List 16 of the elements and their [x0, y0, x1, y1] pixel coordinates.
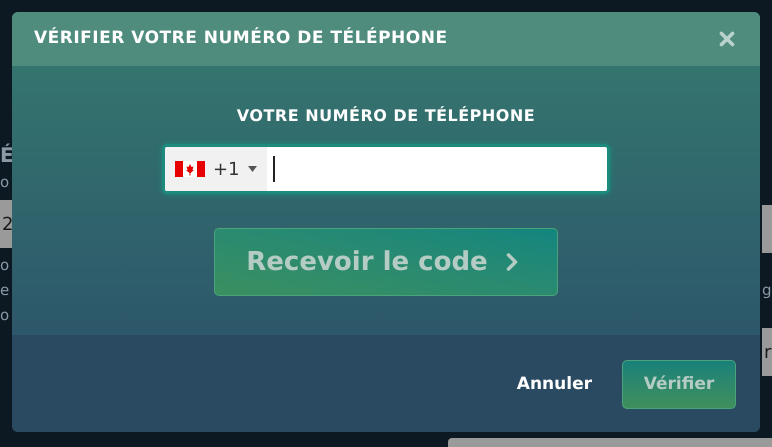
canada-flag-icon	[175, 161, 205, 177]
background-text: e	[0, 283, 10, 298]
background-text: É	[0, 145, 15, 165]
country-selector[interactable]: +1	[165, 147, 267, 191]
background-text: o	[0, 258, 10, 273]
text-cursor	[273, 156, 275, 182]
background-text: o	[0, 308, 10, 323]
background-text: g	[762, 283, 772, 298]
cancel-button[interactable]: Annuler	[516, 372, 592, 398]
background-field: r	[762, 328, 772, 376]
dialog-title: VÉRIFIER VOTRE NUMÉRO DE TÉLÉPHONE	[34, 26, 448, 50]
phone-label: VOTRE NUMÉRO DE TÉLÉPHONE	[236, 105, 536, 127]
phone-field[interactable]: +1	[162, 144, 610, 194]
country-code: +1	[213, 158, 240, 182]
caret-icon	[248, 166, 257, 172]
background-text: o	[0, 175, 10, 190]
